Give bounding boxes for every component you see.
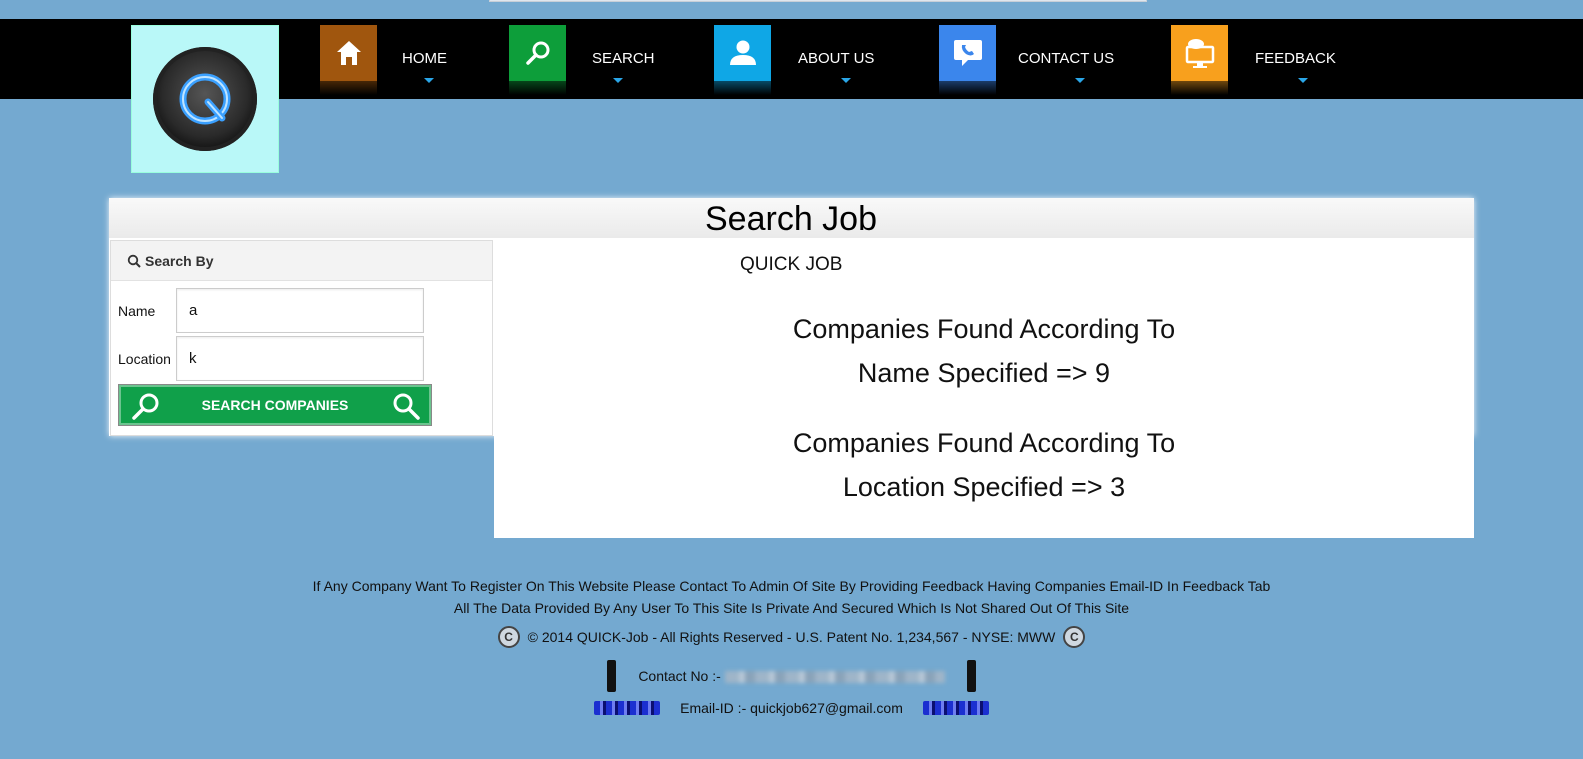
- name-result-line2: Name Specified => 9: [857, 358, 1111, 388]
- panel-header: Search Job: [109, 198, 1474, 238]
- location-result-line2: Location Specified => 3: [842, 472, 1126, 502]
- monitor-chat-icon: [1171, 25, 1228, 81]
- email-text[interactable]: Email-ID :- quickjob627@gmail.com: [680, 700, 903, 716]
- location-input[interactable]: [176, 336, 424, 381]
- sidebar-heading: Search By: [145, 252, 214, 269]
- search-icon: [127, 254, 141, 268]
- copyright-text: © 2014 QUICK-Job - All Rights Reserved -…: [527, 629, 1056, 645]
- nav-tile-reflection: [714, 81, 771, 95]
- site-logo[interactable]: [131, 25, 279, 173]
- mobile-phone-icon: [607, 660, 617, 692]
- name-field-row: Name: [118, 288, 424, 333]
- search-icon: [132, 393, 159, 420]
- footer-line1: If Any Company Want To Register On This …: [312, 578, 1271, 594]
- chevron-down-icon: [613, 78, 623, 83]
- name-result-line1: Companies Found According To: [792, 314, 1176, 344]
- chevron-down-icon: [841, 78, 851, 83]
- nav-label: CONTACT US: [1018, 50, 1115, 67]
- search-companies-button[interactable]: SEARCH COMPANIES: [118, 384, 432, 426]
- chevron-down-icon: [1298, 78, 1308, 83]
- sidebar-header: Search By: [111, 241, 492, 281]
- nav-label: HOME: [402, 50, 447, 67]
- logo-q-icon: [153, 47, 257, 151]
- page-title: Search Job: [705, 200, 877, 238]
- top-strip: [489, 0, 1147, 2]
- name-input[interactable]: [176, 288, 424, 333]
- copyright-icon: C: [497, 626, 520, 648]
- location-field-row: Location: [118, 336, 424, 381]
- location-result: Companies Found According To Location Sp…: [494, 421, 1474, 509]
- nav-tile-reflection: [1171, 81, 1228, 95]
- search-icon: [393, 393, 420, 420]
- phone-icon: [939, 25, 996, 81]
- mobile-phone-icon: [966, 660, 976, 692]
- home-icon: [320, 25, 377, 81]
- name-label: Name: [118, 302, 156, 319]
- copyright-line: C © 2014 QUICK-Job - All Rights Reserved…: [0, 626, 1583, 648]
- search-by-sidebar: Search By Name Location SEARCH COMPANIES: [110, 240, 493, 436]
- results-area: QUICK JOB Companies Found According To N…: [494, 238, 1474, 538]
- footer-line2: All The Data Provided By Any User To Thi…: [453, 600, 1130, 616]
- nav-tile-reflection: [320, 81, 377, 95]
- location-result-line1: Companies Found According To: [792, 428, 1176, 458]
- redacted-phone-number: [724, 671, 945, 684]
- email-icon: [922, 701, 989, 715]
- contact-label: Contact No :-: [638, 668, 721, 684]
- email-line: Email-ID :- quickjob627@gmail.com: [0, 700, 1583, 716]
- results-brand: QUICK JOB: [740, 254, 843, 275]
- chevron-down-icon: [424, 78, 434, 83]
- user-icon: [714, 25, 771, 81]
- nav-label: FEEDBACK: [1255, 50, 1336, 67]
- name-result: Companies Found According To Name Specif…: [494, 307, 1474, 395]
- email-icon: [594, 701, 661, 715]
- location-label: Location: [118, 350, 171, 367]
- nav-label: SEARCH: [592, 50, 655, 67]
- search-companies-label: SEARCH COMPANIES: [201, 397, 349, 413]
- contact-line: Contact No :-: [0, 660, 1583, 692]
- nav-tile-reflection: [509, 81, 566, 95]
- chevron-down-icon: [1075, 78, 1085, 83]
- nav-label: ABOUT US: [798, 50, 875, 67]
- copyright-icon: C: [1063, 626, 1086, 648]
- search-icon: [509, 25, 566, 81]
- nav-tile-reflection: [939, 81, 996, 95]
- contact-text: Contact No :-: [638, 668, 945, 684]
